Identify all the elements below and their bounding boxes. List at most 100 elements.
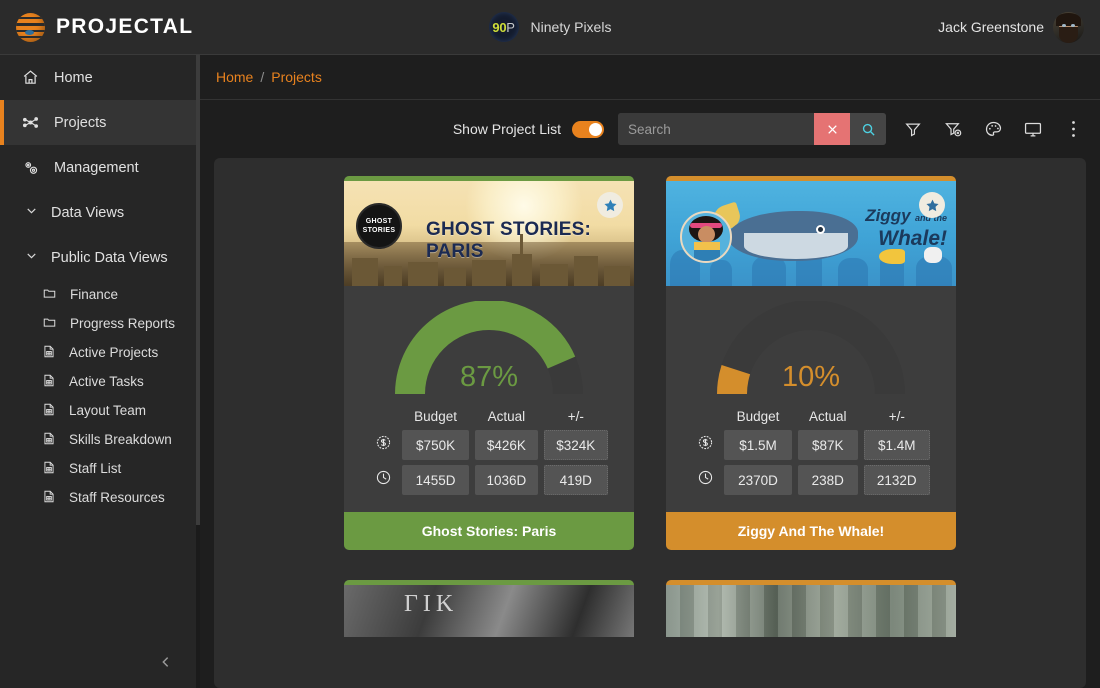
sidebar-item-layout-team[interactable]: Layout Team — [0, 396, 200, 425]
project-card[interactable]: Ziggy and the Whale! — [666, 176, 956, 550]
sidebar-item-finance[interactable]: Finance — [0, 280, 200, 309]
sidebar-item-skills-breakdown[interactable]: Skills Breakdown — [0, 425, 200, 454]
favorite-star-button[interactable] — [919, 192, 945, 218]
cell-actual: 238D — [798, 465, 858, 495]
user-menu[interactable]: Jack Greenstone — [938, 12, 1100, 43]
cell-actual: $426K — [475, 430, 537, 460]
sidebar: Home Projects — [0, 55, 200, 688]
breadcrumb-item-home[interactable]: Home — [216, 69, 253, 85]
brand[interactable]: PROJECTAL — [0, 13, 300, 42]
cell-diff: 2132D — [864, 465, 930, 495]
column-header-budget: Budget — [724, 409, 792, 425]
column-header-budget: Budget — [402, 409, 469, 425]
project-card[interactable]: GHOST STORIES GHOST STORIES: PARIS — [344, 176, 634, 550]
project-cards-grid: GHOST STORIES GHOST STORIES: PARIS — [214, 176, 1086, 550]
datasheet-icon — [42, 402, 56, 420]
chevron-down-icon — [24, 248, 39, 267]
project-banner-title: GHOST STORIES: PARIS — [426, 219, 634, 263]
search-input[interactable] — [618, 113, 814, 145]
cell-diff: 419D — [544, 465, 608, 495]
toggle-label: Show Project List — [453, 121, 561, 137]
filter-remove-icon[interactable] — [940, 116, 966, 142]
sidebar-item-home[interactable]: Home — [0, 55, 200, 100]
home-icon — [20, 69, 40, 86]
toggle-switch[interactable] — [572, 121, 604, 138]
avatar[interactable] — [1053, 12, 1084, 43]
clock-icon — [692, 465, 718, 495]
breadcrumb-item-projects[interactable]: Projects — [271, 69, 322, 85]
more-vertical-icon[interactable] — [1060, 116, 1086, 142]
datasheet-icon — [42, 344, 56, 362]
dollar-icon — [692, 430, 718, 460]
table-row: $1.5M $87K $1.4M — [692, 430, 930, 460]
sidebar-scrollbar[interactable] — [196, 55, 200, 688]
project-logo-line2: STORIES — [363, 226, 396, 235]
table-header-row: Budget Actual +/- — [692, 409, 930, 425]
favorite-star-button[interactable] — [597, 192, 623, 218]
palette-icon[interactable] — [980, 116, 1006, 142]
content: Home / Projects Show Project List — [200, 55, 1100, 688]
chevron-down-icon — [24, 203, 39, 222]
body: Home Projects — [0, 55, 1100, 688]
project-cards-next-row: ΓΙΚ — [214, 580, 1086, 637]
filter-icon[interactable] — [900, 116, 926, 142]
sidebar-item-active-tasks[interactable]: Active Tasks — [0, 367, 200, 396]
project-banner: ΓΙΚ — [344, 585, 634, 637]
gears-icon — [20, 159, 40, 177]
metrics-table: Budget Actual +/- — [686, 404, 936, 500]
project-logo-line1: GHOST — [366, 217, 392, 226]
org-name: Ninety Pixels — [531, 19, 612, 35]
datasheet-icon — [42, 373, 56, 391]
card-footer-title[interactable]: Ghost Stories: Paris — [344, 512, 634, 550]
progress-gauge: 87% — [344, 294, 634, 398]
sidebar-item-active-projects[interactable]: Active Projects — [0, 338, 200, 367]
project-logo-icon: GHOST STORIES — [356, 203, 402, 249]
project-card[interactable] — [666, 580, 956, 637]
progress-value: 87% — [394, 361, 584, 394]
search-clear-button[interactable] — [814, 113, 850, 145]
column-header-actual: Actual — [475, 409, 537, 425]
sidebar-item-label: Staff List — [69, 461, 121, 476]
clock-icon — [370, 465, 396, 495]
sidebar-group-data-views[interactable]: Data Views — [0, 190, 200, 235]
search-box — [618, 113, 886, 145]
sidebar-item-management[interactable]: Management — [0, 145, 200, 190]
toolbar: Show Project List — [200, 100, 1100, 158]
sidebar-item-staff-list[interactable]: Staff List — [0, 454, 200, 483]
sidebar-item-progress-reports[interactable]: Progress Reports — [0, 309, 200, 338]
top-bar: PROJECTAL 90P Ninety Pixels Jack Greenst… — [0, 0, 1100, 55]
display-icon[interactable] — [1020, 116, 1046, 142]
project-list-panel: GHOST STORIES GHOST STORIES: PARIS — [214, 158, 1086, 688]
sidebar-item-projects[interactable]: Projects — [0, 100, 200, 145]
sidebar-item-label: Skills Breakdown — [69, 432, 172, 447]
banner-title-1: Ziggy — [865, 206, 910, 225]
column-header-actual: Actual — [798, 409, 858, 425]
cell-diff: $324K — [544, 430, 608, 460]
cell-budget: 2370D — [724, 465, 792, 495]
folder-icon — [42, 315, 57, 332]
search-submit-button[interactable] — [850, 113, 886, 145]
org-badge-icon: 90P — [489, 12, 519, 42]
org-badge-number: 90 — [492, 20, 506, 35]
sidebar-group-label: Public Data Views — [51, 250, 168, 266]
project-card[interactable]: ΓΙΚ — [344, 580, 634, 637]
sphere-logo-icon — [16, 13, 45, 42]
sidebar-item-label: Layout Team — [69, 403, 146, 418]
breadcrumb: Home / Projects — [200, 55, 1100, 100]
card-footer-title[interactable]: Ziggy And The Whale! — [666, 512, 956, 550]
show-project-list-toggle[interactable]: Show Project List — [453, 121, 604, 138]
folder-icon — [42, 286, 57, 303]
cell-budget: 1455D — [402, 465, 469, 495]
sidebar-item-label: Finance — [70, 287, 118, 302]
column-header-diff: +/- — [864, 409, 930, 425]
project-banner: Ziggy and the Whale! — [666, 181, 956, 286]
progress-value: 10% — [716, 361, 906, 394]
sidebar-group-label: Data Views — [51, 205, 124, 221]
brand-name: PROJECTAL — [56, 15, 193, 39]
sidebar-item-staff-resources[interactable]: Staff Resources — [0, 483, 200, 512]
sidebar-group-public-data-views[interactable]: Public Data Views — [0, 235, 200, 280]
chevron-left-icon[interactable] — [158, 654, 174, 670]
organization[interactable]: 90P Ninety Pixels — [420, 12, 680, 42]
project-banner: GHOST STORIES GHOST STORIES: PARIS — [344, 181, 634, 286]
datasheet-icon — [42, 489, 56, 507]
